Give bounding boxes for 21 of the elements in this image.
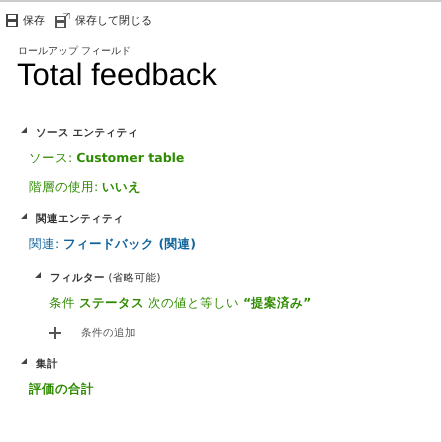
page-title: Total feedback xyxy=(17,57,218,93)
add-icon[interactable] xyxy=(49,326,61,338)
save-close-icon[interactable] xyxy=(55,12,70,28)
form-subtitle: ロールアップ フィールド xyxy=(18,44,132,58)
collapse-arrow-icon[interactable] xyxy=(35,272,41,278)
field-value[interactable]: 関連: フィードバック (関連) xyxy=(29,236,196,253)
field-value[interactable]: ソース: Customer table xyxy=(29,150,184,167)
save-close-button[interactable]: 保存して閉じる xyxy=(55,10,152,30)
section-heading: 関連エンティティ xyxy=(36,212,124,226)
section-heading: ソース エンティティ xyxy=(36,126,139,140)
save-button[interactable]: 保存 xyxy=(6,10,45,30)
collapse-arrow-icon[interactable] xyxy=(21,213,27,219)
section-heading: 集計 xyxy=(36,356,58,370)
condition-text[interactable]: 条件 ステータス 次の値と等しい “提案済み” xyxy=(49,295,312,312)
save-icon[interactable] xyxy=(6,14,18,26)
collapse-arrow-icon[interactable] xyxy=(21,358,27,364)
collapse-arrow-icon[interactable] xyxy=(21,127,27,133)
field-value[interactable]: 階層の使用: いいえ xyxy=(29,179,142,196)
condition-text[interactable]: 評価の合計 xyxy=(29,381,94,398)
section-heading: フィルター (省略可能) xyxy=(50,270,161,284)
add-condition-link[interactable]: 条件の追加 xyxy=(81,326,136,340)
